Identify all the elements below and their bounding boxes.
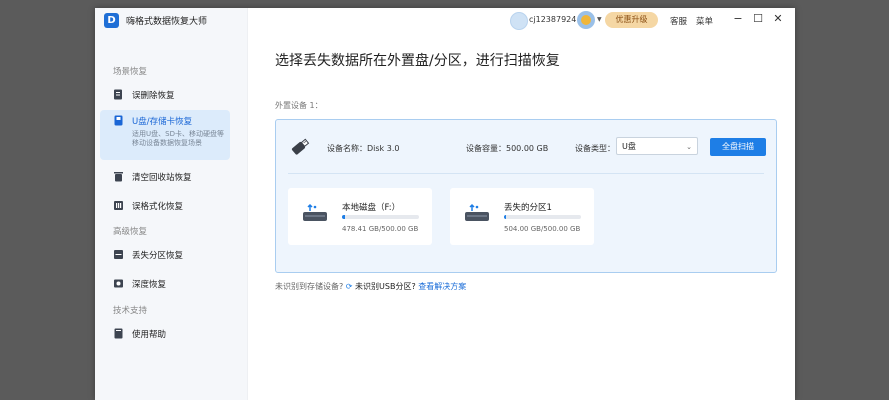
device-name-value: Disk 3.0 (367, 144, 400, 153)
maximize-button[interactable]: ☐ (751, 12, 765, 26)
service-link[interactable]: 客服 (670, 15, 687, 27)
sidebar-item-label: 丢失分区恢复 (132, 251, 184, 261)
external-device-label: 外置设备 1： (275, 101, 323, 110)
partition-size: 504.00 GB/500.00 GB (504, 225, 581, 233)
app-logo-icon: D (104, 13, 119, 28)
partition-size: 478.41 GB/500.00 GB (342, 225, 419, 233)
page-title: 选择丢失数据所在外置盘/分区，进行扫描恢复 (275, 53, 560, 69)
chevron-down-icon: ⌄ (686, 143, 692, 151)
device-type-select[interactable]: U盘 ⌄ (616, 137, 698, 155)
device-capacity-label: 设备容量： (466, 144, 506, 153)
sidebar-item-description: 适用U盘、SD卡、移动硬盘等 移动设备数据恢复场景 (132, 130, 224, 148)
vip-medal-icon[interactable] (577, 11, 595, 29)
usage-fill (342, 215, 346, 219)
partition-card[interactable]: 本地磁盘（F:） 478.41 GB/500.00 GB (288, 188, 432, 245)
view-solution-link[interactable]: 查看解决方案 (418, 282, 466, 291)
sidebar-item-format-recovery[interactable]: 误格式化恢复 (100, 195, 230, 217)
refresh-icon: ⟳ (345, 282, 353, 291)
close-button[interactable]: ✕ (771, 12, 785, 26)
device-capacity: 设备容量：500.00 GB (466, 143, 548, 154)
partition-icon (114, 250, 123, 259)
help-note: 未识别到存储设备? ⟳ 未识别USB分区? 查看解决方案 (275, 281, 466, 292)
app-window: D 嗨格式数据恢复大师 场景恢复 误删除恢复 U盘/存储卡恢复 适用U盘、SD卡… (95, 8, 795, 400)
usage-fill (504, 215, 506, 219)
sidebar-item-label: 深度恢复 (132, 280, 167, 290)
section-advanced-recovery: 高级恢复 (113, 227, 148, 237)
sidebar: D 嗨格式数据恢复大师 场景恢复 误删除恢复 U盘/存储卡恢复 适用U盘、SD卡… (95, 8, 248, 400)
unrecognized-usb-text: 未识别USB分区? (355, 282, 416, 291)
trash-file-icon (114, 89, 122, 100)
device-type-label: 设备类型： (575, 144, 615, 153)
unrecognized-device-text: 未识别到存储设备? (275, 282, 344, 291)
partition-name: 丢失的分区1 (504, 203, 552, 213)
sidebar-item-label: 清空回收站恢复 (132, 173, 192, 183)
sidebar-item-label: 使用帮助 (132, 330, 167, 340)
medal-core (581, 15, 591, 25)
help-book-icon (114, 328, 123, 339)
usage-bar (504, 215, 581, 219)
sidebar-item-lost-partition-recovery[interactable]: 丢失分区恢复 (100, 244, 230, 266)
device-panel: 设备名称：Disk 3.0 设备容量：500.00 GB 设备类型： U盘 ⌄ … (275, 119, 777, 273)
sidebar-item-deleted-recovery[interactable]: 误删除恢复 (100, 84, 230, 106)
recycle-bin-icon (114, 172, 123, 182)
sidebar-item-label: U盘/存储卡恢复 (132, 117, 193, 127)
device-name-label: 设备名称： (327, 144, 367, 153)
sidebar-item-deep-recovery[interactable]: 深度恢复 (100, 273, 230, 295)
deep-scan-icon (114, 279, 123, 288)
device-capacity-value: 500.00 GB (506, 144, 549, 153)
sidebar-item-recycle-bin-recovery[interactable]: 清空回收站恢复 (100, 166, 230, 188)
sidebar-item-label: 误删除恢复 (132, 91, 175, 101)
description-line-2: 移动设备数据恢复场景 (132, 139, 202, 147)
chevron-down-icon[interactable]: ▼ (597, 16, 602, 23)
sidebar-item-label: 误格式化恢复 (132, 202, 184, 212)
description-line-1: 适用U盘、SD卡、移动硬盘等 (132, 130, 224, 138)
divider (288, 173, 764, 174)
menu-link[interactable]: 菜单 (696, 15, 713, 27)
avatar[interactable] (510, 12, 528, 30)
usb-card-icon (114, 115, 123, 126)
usage-bar (342, 215, 419, 219)
device-name: 设备名称：Disk 3.0 (327, 143, 399, 154)
minimize-button[interactable]: − (731, 12, 745, 26)
sidebar-item-usb-recovery[interactable]: U盘/存储卡恢复 适用U盘、SD卡、移动硬盘等 移动设备数据恢复场景 (100, 110, 230, 160)
section-tech-support: 技术支持 (113, 306, 148, 316)
disk-usb-icon (303, 203, 327, 221)
device-type-value: U盘 (622, 142, 636, 151)
username[interactable]: cj12387924 (529, 15, 576, 24)
app-title: 嗨格式数据恢复大师 (126, 17, 208, 27)
usb-drive-icon (291, 138, 310, 155)
sidebar-item-help[interactable]: 使用帮助 (100, 323, 230, 345)
section-scene-recovery: 场景恢复 (113, 67, 148, 77)
full-scan-button[interactable]: 全盘扫描 (710, 138, 766, 156)
disk-usb-icon (465, 203, 489, 221)
format-icon (114, 201, 123, 210)
upgrade-button[interactable]: 优惠升级 (605, 12, 658, 28)
partition-name: 本地磁盘（F:） (342, 203, 401, 213)
partition-card[interactable]: 丢失的分区1 504.00 GB/500.00 GB (450, 188, 594, 245)
